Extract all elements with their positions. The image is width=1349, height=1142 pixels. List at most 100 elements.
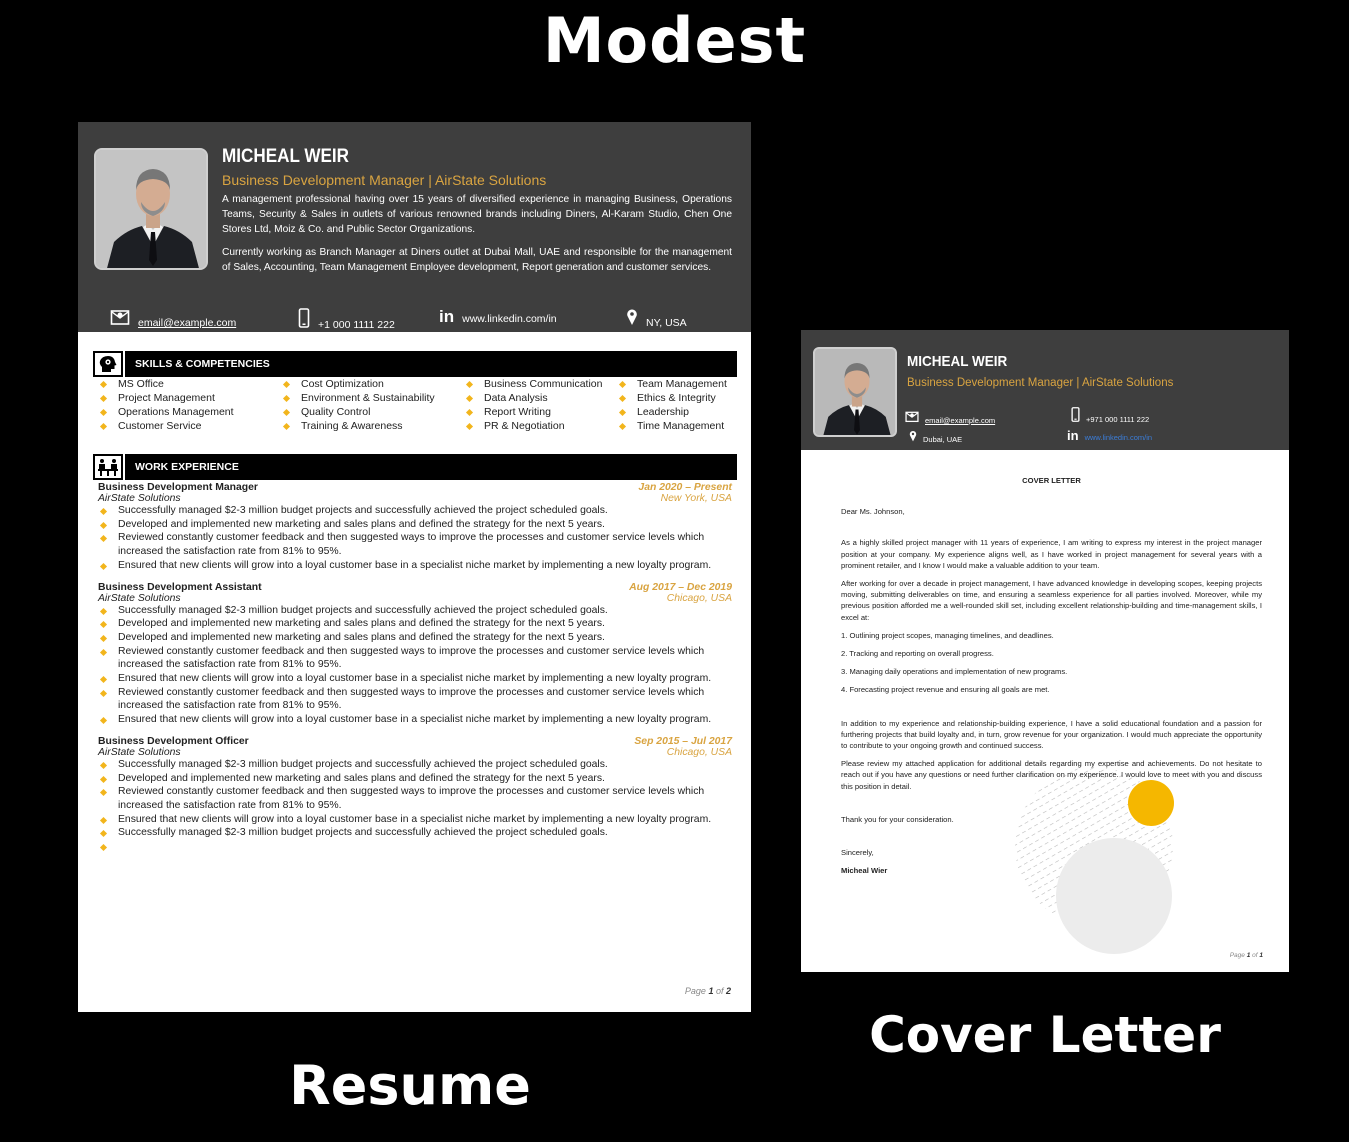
phone-text: +1 000 1111 222 [318, 319, 395, 331]
skill-item: Quality Control [281, 405, 435, 419]
job-company: AirState Solutions [98, 493, 181, 504]
skill-item: Business Communication [464, 377, 602, 391]
resume-header: MICHEAL WEIR Business Development Manage… [78, 122, 751, 332]
contact-phone: +1 000 1111 222 [298, 308, 395, 331]
contact-phone: +971 000 1111 222 [1071, 407, 1149, 424]
resume-page-number: Page 1 of 2 [685, 986, 731, 996]
salutation: Dear Ms. Johnson, [841, 507, 905, 517]
skill-item: Project Management [98, 391, 234, 405]
contact-email: email@example.com [905, 410, 995, 425]
linkedin-icon: in [1067, 428, 1079, 443]
job-title: Business Development Assistant [98, 581, 262, 593]
job-company: AirState Solutions [98, 592, 181, 604]
skills-column: Business Communication Data Analysis Rep… [464, 377, 602, 433]
letter-closing: Sincerely, [841, 848, 874, 858]
skills-column: Cost Optimization Environment & Sustaina… [281, 377, 435, 433]
job-entry: Business Development Officer Sep 2015 – … [98, 736, 732, 854]
skill-item: Operations Management [98, 405, 234, 419]
letter-paragraph: After working for over a decade in proje… [841, 579, 1262, 622]
skill-item: Customer Service [98, 419, 234, 433]
job-bullet: Successfully managed $2-3 million budget… [98, 826, 732, 840]
skill-item: Training & Awareness [281, 419, 435, 433]
job-bullet: Successfully managed $2-3 million budget… [98, 604, 732, 618]
cover-letter-title: COVER LETTER [1022, 476, 1081, 485]
contact-linkedin: in www.linkedin.com/in [439, 308, 557, 325]
resume-name: MICHEAL WEIR [222, 146, 349, 167]
profile-photo [813, 347, 897, 437]
linkedin-link[interactable]: www.linkedin.com/in [1085, 433, 1153, 442]
job-bullet: Developed and implemented new marketing … [98, 617, 732, 631]
job-bullet: Successfully managed $2-3 million budget… [98, 504, 732, 518]
linkedin-link[interactable]: www.linkedin.com/in [462, 313, 557, 325]
pager-of: of [713, 986, 726, 996]
pager-prefix: Page [684, 986, 709, 996]
job-dates: Jan 2020 – Present [638, 482, 732, 493]
work-section-title: WORK EXPERIENCE [135, 461, 239, 473]
letter-paragraph: Please review my attached application fo… [841, 759, 1262, 791]
job-bullet: Developed and implemented new marketing … [98, 518, 732, 532]
phone-icon [298, 308, 310, 331]
cover-letter-body: COVER LETTER Dear Ms. Johnson, As a high… [841, 475, 1262, 883]
pager-prefix: Page [1229, 952, 1247, 959]
map-pin-icon [626, 308, 638, 329]
template-title: Modest [542, 4, 807, 77]
location-text: Dubai, UAE [923, 435, 963, 444]
contact-linkedin: in www.linkedin.com/in [1067, 429, 1152, 442]
envelope-icon [110, 308, 130, 329]
job-entry: Business Development Assistant Aug 2017 … [98, 582, 732, 727]
linkedin-icon: in [439, 307, 455, 326]
cover-letter-caption: Cover Letter [869, 1006, 1221, 1064]
phone-icon [1071, 407, 1080, 424]
envelope-icon [905, 410, 919, 425]
work-experience-list: Business Development Manager Jan 2020 – … [98, 482, 732, 863]
meeting-icon [93, 454, 125, 480]
resume-page: MICHEAL WEIR Business Development Manage… [78, 122, 751, 1012]
job-bullet-empty [98, 840, 732, 854]
skill-item: Cost Optimization [281, 377, 435, 391]
job-bullet: Reviewed constantly customer feedback an… [98, 785, 732, 812]
resume-role: Business Development Manager | AirState … [222, 172, 547, 188]
job-dates: Aug 2017 – Dec 2019 [629, 581, 732, 593]
pager-total: 1 [1259, 952, 1263, 959]
skills-column: MS Office Project Management Operations … [98, 377, 234, 433]
summary-paragraph: A management professional having over 15… [222, 194, 732, 235]
skill-item: PR & Negotiation [464, 419, 602, 433]
job-bullet: Developed and implemented new marketing … [98, 772, 732, 786]
pager-total: 2 [725, 986, 731, 996]
job-bullet: Ensured that new clients will grow into … [98, 813, 732, 827]
contact-location: NY, USA [626, 308, 687, 329]
skills-column: Team Management Ethics & Integrity Leade… [617, 377, 727, 433]
email-link[interactable]: email@example.com [925, 416, 995, 425]
letter-list-item: 2. Tracking and reporting on overall pro… [841, 649, 994, 659]
letter-signature: Micheal Wier [841, 866, 888, 876]
letter-list-item: 3. Managing daily operations and impleme… [841, 667, 1068, 677]
cover-letter-page: MICHEAL WEIR Business Development Manage… [801, 330, 1289, 972]
letter-paragraph: As a highly skilled project manager with… [841, 538, 1262, 570]
skill-item: MS Office [98, 377, 234, 391]
cover-name: MICHEAL WEIR [907, 353, 1008, 370]
job-location: Chicago, USA [666, 746, 732, 758]
cover-role: Business Development Manager | AirState … [907, 377, 1174, 389]
cover-page-number: Page 1 of 1 [1230, 952, 1263, 959]
location-text: NY, USA [646, 317, 687, 329]
job-title: Business Development Officer [98, 735, 249, 747]
job-entry: Business Development Manager Jan 2020 – … [98, 482, 732, 573]
job-title: Business Development Manager [98, 482, 258, 493]
job-bullet: Reviewed constantly customer feedback an… [98, 686, 732, 713]
job-dates: Sep 2015 – Jul 2017 [634, 735, 732, 747]
job-bullet: Reviewed constantly customer feedback an… [98, 645, 732, 672]
job-bullet: Developed and implemented new marketing … [98, 631, 732, 645]
job-bullet: Ensured that new clients will grow into … [98, 672, 732, 686]
skills-section-header: SKILLS & COMPETENCIES [93, 351, 737, 377]
resume-summary: A management professional having over 15… [222, 192, 732, 283]
summary-paragraph: Currently working as Branch Manager at D… [222, 247, 732, 273]
job-bullet: Reviewed constantly customer feedback an… [98, 531, 732, 558]
cover-header: MICHEAL WEIR Business Development Manage… [801, 330, 1289, 450]
job-location: Chicago, USA [666, 592, 732, 604]
skill-item: Ethics & Integrity [617, 391, 727, 405]
skill-item: Report Writing [464, 405, 602, 419]
skill-item: Leadership [617, 405, 727, 419]
resume-caption: Resume [289, 1054, 531, 1117]
work-section-header: WORK EXPERIENCE [93, 454, 737, 480]
email-link[interactable]: email@example.com [138, 317, 236, 329]
